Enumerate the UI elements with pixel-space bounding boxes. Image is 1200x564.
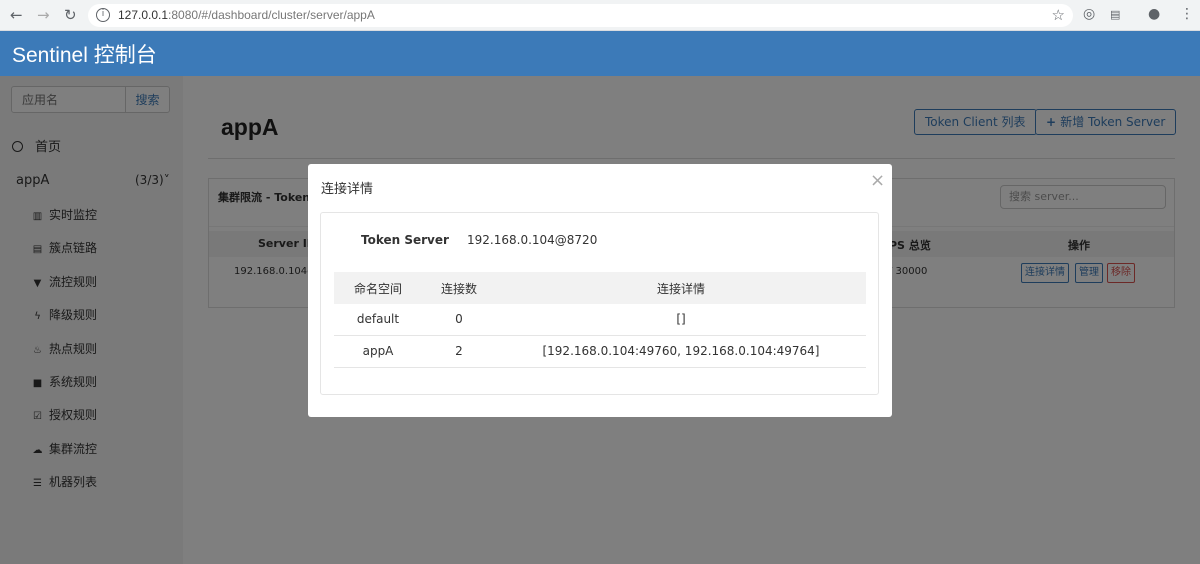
url-text: 127.0.0.1:8080/#/dashboard/cluster/serve… (118, 8, 375, 22)
table-row: appA 2 [192.168.0.104:49760, 192.168.0.1… (334, 336, 866, 368)
reload-icon[interactable]: ↻ (64, 6, 77, 24)
account-icon[interactable]: ● (1148, 6, 1160, 22)
modal-body: Token Server 192.168.0.104@8720 命名空间 连接数… (320, 212, 879, 395)
cell-detail: [192.168.0.104:49760, 192.168.0.104:4976… (542, 344, 820, 358)
token-server-label: Token Server (361, 233, 449, 247)
info-icon[interactable]: i (96, 8, 110, 22)
browser-toolbar: ← → ↻ i 127.0.0.1:8080/#/dashboard/clust… (0, 0, 1200, 31)
token-server-value: 192.168.0.104@8720 (467, 233, 598, 247)
table-header: 命名空间 连接数 连接详情 (334, 272, 866, 304)
cell-namespace: default (356, 312, 400, 326)
table-row: default 0 [] (334, 304, 866, 336)
back-icon[interactable]: ← (10, 6, 23, 24)
extension-icon[interactable]: ▤ (1110, 8, 1120, 21)
close-icon[interactable]: × (870, 170, 885, 191)
cell-count: 2 (455, 344, 463, 358)
star-icon[interactable]: ☆ (1052, 6, 1065, 24)
cell-detail: [] (676, 312, 686, 326)
forward-icon[interactable]: → (37, 6, 50, 24)
column-namespace: 命名空间 (353, 282, 402, 296)
cell-namespace: appA (362, 344, 394, 358)
app-header: Sentinel 控制台 (0, 31, 1200, 76)
address-bar[interactable]: i 127.0.0.1:8080/#/dashboard/cluster/ser… (88, 4, 1073, 27)
cell-count: 0 (455, 312, 463, 326)
modal-title: 连接详情 (321, 182, 374, 197)
menu-icon[interactable]: ⋮ (1180, 6, 1194, 22)
column-count: 连接数 (440, 282, 477, 296)
extension-icon[interactable]: ◎ (1083, 6, 1095, 22)
connection-detail-modal: 连接详情 × Token Server 192.168.0.104@8720 命… (308, 164, 892, 417)
column-detail: 连接详情 (656, 282, 705, 296)
app-title[interactable]: Sentinel 控制台 (12, 39, 157, 69)
